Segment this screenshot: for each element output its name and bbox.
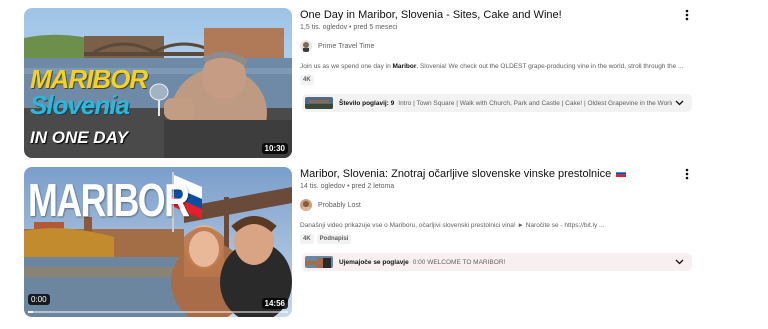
badge-row: 4K Podnapisi <box>300 234 690 245</box>
watch-progress-bar <box>28 311 288 313</box>
video-title[interactable]: One Day in Maribor, Slovenia - Sites, Ca… <box>300 8 690 22</box>
si-flag-icon <box>616 167 627 181</box>
chapters-list: Intro | Town Square | Walk with Church, … <box>398 99 672 107</box>
video-description: Join us as we spend one day in Maribor, … <box>300 63 684 70</box>
channel-row[interactable]: Prime Travel Time <box>300 40 690 52</box>
video-info-1: One Day in Maribor, Slovenia - Sites, Ca… <box>300 8 690 85</box>
chevron-down-icon[interactable] <box>672 255 686 269</box>
video-info-2: Maribor, Slovenia: Znotraj očarljive slo… <box>300 167 690 245</box>
matching-chapter-text: 0:00 WELCOME TO MARIBOR! <box>412 258 506 266</box>
chapters-bar[interactable]: Število poglavij: 9 Intro | Town Square … <box>302 94 692 112</box>
chapters-count: Število poglavij: 9 <box>339 99 395 107</box>
channel-avatar[interactable] <box>300 199 312 212</box>
more-options-icon[interactable] <box>680 167 694 181</box>
thumb-text-maribor: MARIBOR <box>28 174 190 226</box>
badge-4k: 4K <box>300 75 314 85</box>
chapters-bar[interactable]: Ujemajoče se poglavje 0:00 WELCOME TO MA… <box>302 253 692 271</box>
video-meta: 1,5 tis. ogledov • pred 5 meseci <box>300 24 398 31</box>
video-title[interactable]: Maribor, Slovenia: Znotraj očarljive slo… <box>300 167 690 181</box>
more-options-icon[interactable] <box>680 8 694 22</box>
video-thumbnail-1[interactable]: MARIBOR Slovenia IN ONE DAY 10:30 <box>24 8 292 158</box>
watch-progress-fill <box>28 311 34 313</box>
video-description: Današnji video prikazuje vse o Mariboru,… <box>300 222 605 230</box>
badge-subtitles: Podnapisi <box>316 234 352 245</box>
thumb-text-slovenia: Slovenia <box>30 90 130 120</box>
duration-badge: 14:56 <box>261 298 288 309</box>
matching-chapter-label: Ujemajoče se poglavje <box>339 258 409 266</box>
badge-4k: 4K <box>300 234 314 245</box>
video-thumbnail-2[interactable]: MARIBOR 0:00 14:56 <box>24 167 292 317</box>
chevron-down-icon[interactable] <box>672 96 686 110</box>
chapter-thumbnail <box>305 256 333 268</box>
channel-avatar[interactable] <box>300 40 312 52</box>
channel-name[interactable]: Prime Travel Time <box>318 43 374 50</box>
channel-name[interactable]: Probably Lost <box>318 202 361 209</box>
timestamp-badge: 0:00 <box>28 294 50 305</box>
chapter-thumbnail <box>305 97 333 109</box>
badge-row: 4K <box>300 75 690 85</box>
video-meta: 14 tis. ogledov • pred 2 letoma <box>300 183 395 191</box>
thumb-text-one-day: IN ONE DAY <box>30 128 128 147</box>
duration-badge: 10:30 <box>261 143 288 154</box>
channel-row[interactable]: Probably Lost <box>300 199 690 212</box>
